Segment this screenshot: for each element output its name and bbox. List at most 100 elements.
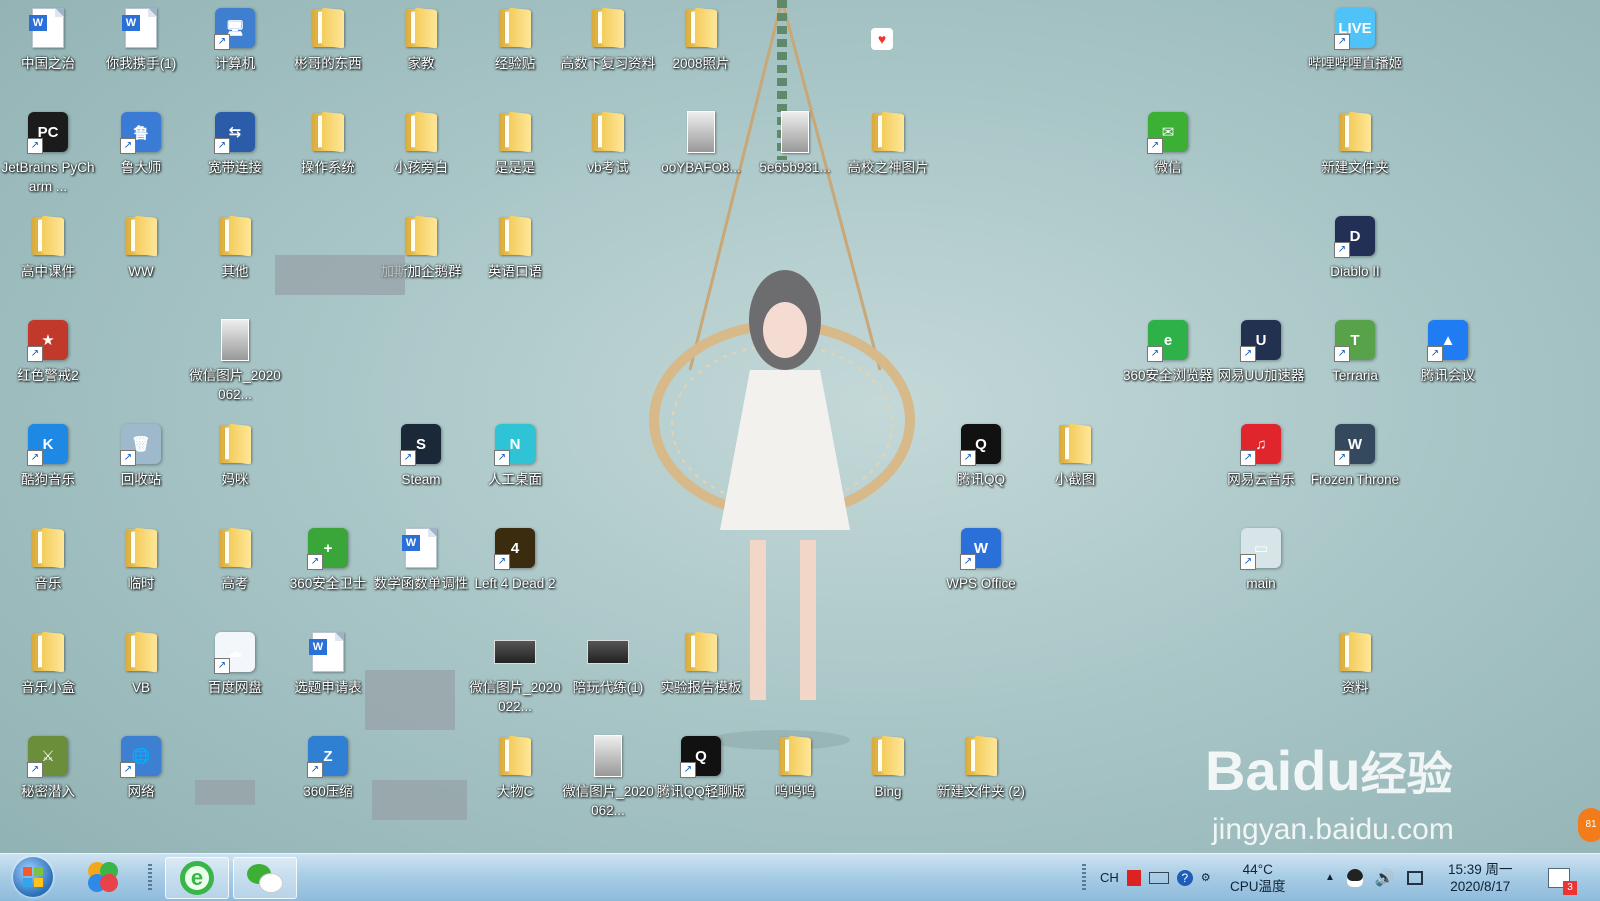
desktop-icon-label: 360压缩 — [303, 784, 353, 799]
desktop-icon-35[interactable]: 妈咪 — [187, 416, 283, 520]
desktop-icon-29[interactable]: e ↗ 360安全浏览器 — [1120, 312, 1216, 416]
taskbar-app-colorful-icon[interactable] — [78, 857, 128, 897]
desktop-icon-20[interactable]: 新建文件夹 — [1307, 104, 1403, 208]
image-file-icon — [587, 734, 629, 778]
desktop-icon-66[interactable]: 新建文件夹 (2) — [933, 728, 1029, 832]
desktop-icon-48[interactable]: W ↗ WPS Office — [933, 520, 1029, 624]
desktop-icon-label: 计算机 — [214, 56, 256, 71]
desktop-icon-37[interactable]: N ↗ 人工桌面 — [467, 416, 563, 520]
desktop-icon-47[interactable]: 4 ↗ Left 4 Dead 2 — [467, 520, 563, 624]
ie-browser-icon: e — [180, 861, 214, 895]
settings-small-icon[interactable]: ⚙ — [1201, 871, 1211, 884]
clock-date: 2020/8/17 — [1450, 878, 1511, 894]
desktop-icon-32[interactable]: ▲ ↗ 腾讯会议 — [1400, 312, 1496, 416]
desktop-icon-53[interactable]: W 选题申请表 — [280, 624, 376, 728]
cpu-temp[interactable]: 44°C CPU温度 — [1230, 854, 1286, 901]
desktop-icon-39[interactable]: 小截图 — [1027, 416, 1123, 520]
desktop-icon-0[interactable]: W 中国之治 — [0, 0, 96, 104]
taskbar-app-ie[interactable]: e — [165, 857, 229, 899]
app-shortcut-icon: ▲ ↗ — [1427, 318, 1469, 362]
desktop-icon-43[interactable]: 临时 — [93, 520, 189, 624]
qq-tray-icon[interactable] — [1346, 868, 1363, 887]
desktop-icon-label: 实验报告模板 — [660, 680, 742, 695]
desktop-icon-21[interactable]: 高中课件 — [0, 208, 96, 312]
lang-indicator[interactable]: CH — [1100, 870, 1119, 885]
desktop-icon-18[interactable]: 高校之神图片 — [840, 104, 936, 208]
app-shortcut-icon: ▭ ↗ — [1240, 526, 1282, 570]
keyboard-icon[interactable] — [1148, 871, 1169, 884]
help-icon[interactable]: ? — [1176, 869, 1193, 886]
desktop-icon-9[interactable]: PC ↗ JetBrains PyCharm ... — [0, 104, 96, 208]
desktop-icon-64[interactable]: 呜呜呜 — [747, 728, 843, 832]
desktop-icon-45[interactable]: + ↗ 360安全卫士 — [280, 520, 376, 624]
desktop-icon-10[interactable]: 鲁 ↗ 鲁大师 — [93, 104, 189, 208]
pdf-tray-icon[interactable] — [1126, 869, 1141, 886]
show-hidden-icons-chevron-up-icon[interactable]: ▲ — [1325, 872, 1335, 883]
desktop-icon-2[interactable]: 🖥 ↗ 计算机 — [187, 0, 283, 104]
clock[interactable]: 15:39 周一 2020/8/17 — [1448, 854, 1513, 901]
desktop-icon-55[interactable]: 陪玩代练(1) — [560, 624, 656, 728]
side-float-badge[interactable]: 81 — [1578, 808, 1600, 842]
volume-icon[interactable]: 🔊 — [1375, 868, 1395, 888]
desktop-icon-8[interactable]: LIVE ↗ 哔哩哔哩直播姬 — [1307, 0, 1403, 104]
desktop-icon-label: 2008照片 — [672, 56, 730, 71]
desktop-icon-23[interactable]: 其他 — [187, 208, 283, 312]
action-center[interactable]: 3 — [1548, 854, 1577, 901]
desktop-icon-36[interactable]: S ↗ Steam — [373, 416, 469, 520]
desktop-icon-58[interactable]: ⚔ ↗ 秘密潜入 — [0, 728, 96, 832]
desktop-icon-40[interactable]: ♫ ↗ 网易云音乐 — [1213, 416, 1309, 520]
desktop-icon-62[interactable]: 微信图片_2020062... — [560, 728, 656, 832]
desktop-icon-27[interactable]: ★ ↗ 红色警戒2 — [0, 312, 96, 416]
desktop-icon-11[interactable]: ⇆ ↗ 宽带连接 — [187, 104, 283, 208]
desktop-icon-56[interactable]: 实验报告模板 — [653, 624, 749, 728]
desktop-icon-63[interactable]: Q ↗ 腾讯QQ轻聊版 — [653, 728, 749, 832]
desktop-icon-46[interactable]: W 数学函数单调性 — [373, 520, 469, 624]
desktop-icon-15[interactable]: vb考试 — [560, 104, 656, 208]
desktop-icon-7[interactable]: 2008照片 — [653, 0, 749, 104]
desktop-icon-label: 高校之神图片 — [847, 160, 929, 175]
taskbar-grip-right[interactable] — [1082, 864, 1086, 892]
desktop-icon-28[interactable]: 微信图片_2020062... — [187, 312, 283, 416]
desktop-icon-65[interactable]: Bing — [840, 728, 936, 832]
taskbar-grip[interactable] — [148, 864, 152, 892]
desktop-icon-31[interactable]: T ↗ Terraria — [1307, 312, 1403, 416]
network-icon[interactable] — [1406, 870, 1423, 885]
desktop-icon-17[interactable]: 5e65b931... — [747, 104, 843, 208]
desktop-icon-25[interactable]: 英语口语 — [467, 208, 563, 312]
desktop-icon-22[interactable]: WW — [93, 208, 189, 312]
desktop-icon-3[interactable]: 彬哥的东西 — [280, 0, 376, 104]
desktop-icon-51[interactable]: VB — [93, 624, 189, 728]
desktop-icon-1[interactable]: W 你我携手(1) — [93, 0, 189, 104]
desktop-icon-label: 选题申请表 — [294, 680, 362, 695]
app-shortcut-icon: PC ↗ — [27, 110, 69, 154]
desktop-icon-50[interactable]: 音乐小盒 — [0, 624, 96, 728]
desktop-icon-54[interactable]: 微信图片_2020022... — [467, 624, 563, 728]
desktop-icon-44[interactable]: 高考 — [187, 520, 283, 624]
desktop-icon-49[interactable]: ▭ ↗ main — [1213, 520, 1309, 624]
desktop-icon-59[interactable]: 🌐 ↗ 网络 — [93, 728, 189, 832]
desktop-icon-4[interactable]: 家教 — [373, 0, 469, 104]
taskbar-app-wechat[interactable] — [233, 857, 297, 899]
desktop-icon-60[interactable]: Z ↗ 360压缩 — [280, 728, 376, 832]
desktop-icon-33[interactable]: K ↗ 酷狗音乐 — [0, 416, 96, 520]
desktop-icon-38[interactable]: Q ↗ 腾讯QQ — [933, 416, 1029, 520]
desktop-icon-14[interactable]: 是是是 — [467, 104, 563, 208]
desktop-icon-12[interactable]: 操作系统 — [280, 104, 376, 208]
desktop-icon-label: 你我携手(1) — [105, 56, 177, 71]
desktop-icon-16[interactable]: ooYBAFO8... — [653, 104, 749, 208]
start-button[interactable] — [8, 857, 58, 897]
desktop-icon-34[interactable]: 🗑 ↗ 回收站 — [93, 416, 189, 520]
desktop-icon-5[interactable]: 经验贴 — [467, 0, 563, 104]
desktop-icon-61[interactable]: 大物C — [467, 728, 563, 832]
desktop-icon-19[interactable]: ✉ ↗ 微信 — [1120, 104, 1216, 208]
desktop-icon-52[interactable]: ☁ ↗ 百度网盘 — [187, 624, 283, 728]
folder-icon — [307, 110, 349, 154]
desktop-icon-13[interactable]: 小孩旁白 — [373, 104, 469, 208]
desktop-icon-30[interactable]: U ↗ 网易UU加速器 — [1213, 312, 1309, 416]
desktop-icon-42[interactable]: 音乐 — [0, 520, 96, 624]
desktop-icon-26[interactable]: D ↗ Diablo II — [1307, 208, 1403, 312]
desktop-icon-6[interactable]: 高数下复习资料 — [560, 0, 656, 104]
desktop-icon-41[interactable]: W ↗ Frozen Throne — [1307, 416, 1403, 520]
desktop-icon-57[interactable]: 资料 — [1307, 624, 1403, 728]
folder-icon — [494, 214, 536, 258]
